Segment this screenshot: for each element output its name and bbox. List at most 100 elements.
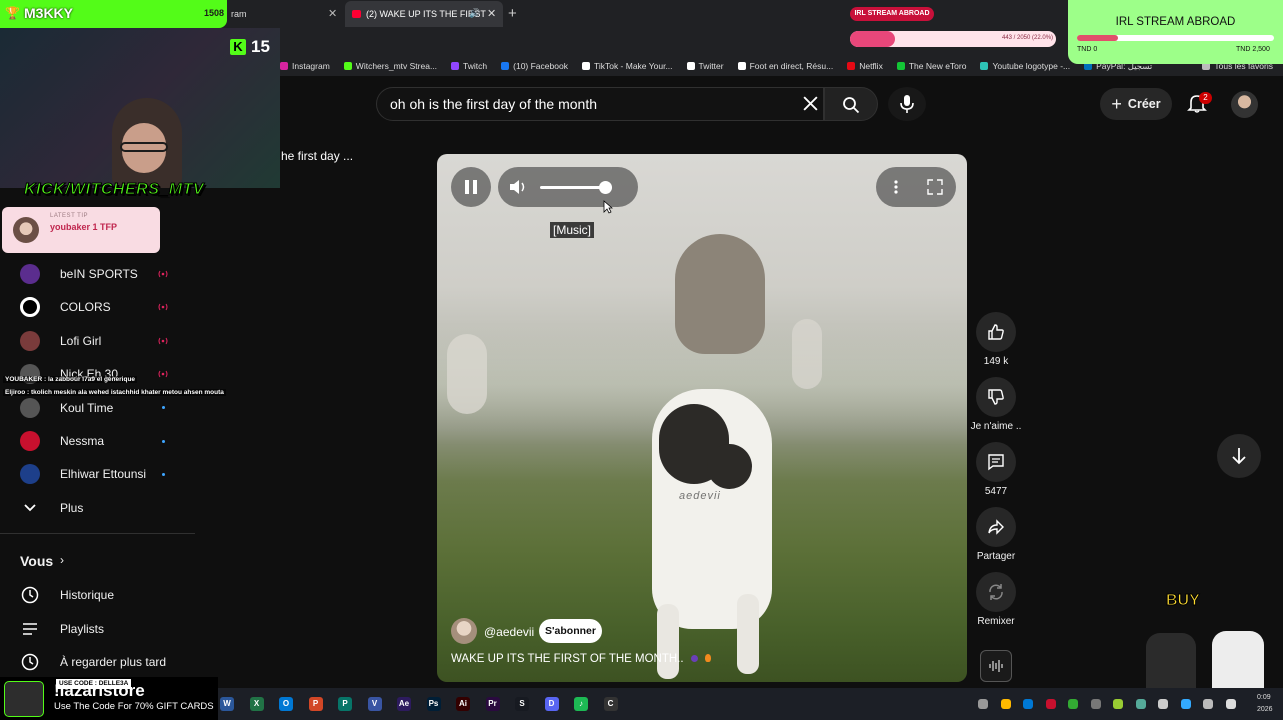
discord-icon[interactable]: D <box>544 697 559 711</box>
fullscreen-icon[interactable] <box>927 179 943 195</box>
sidebar-item-colors[interactable]: COLORS <box>0 291 195 323</box>
comments-button[interactable] <box>976 442 1016 482</box>
publisher-icon[interactable]: P <box>338 697 352 711</box>
new-content-dot <box>162 439 165 443</box>
video-frame-cow-leg <box>737 594 759 674</box>
clear-search-icon[interactable] <box>802 95 819 112</box>
visio-icon[interactable]: V <box>367 697 382 711</box>
sidebar-item-watch-later[interactable]: À regarder plus tard <box>0 646 195 678</box>
close-tab-icon[interactable]: ✕ <box>487 7 496 20</box>
pause-button[interactable] <box>451 167 491 207</box>
goal-chip: IRL STREAM ABROAD <box>850 7 934 21</box>
sidebar-item-elhiwar-ettounsi[interactable]: Elhiwar Ettounsi <box>0 458 195 490</box>
create-button[interactable]: + Créer <box>1100 88 1172 120</box>
photoshop-icon[interactable]: Ps <box>426 697 441 711</box>
kick-follower-counter: K 15 <box>230 37 280 57</box>
elhiwar-icon <box>20 464 40 485</box>
thumbs-up-icon <box>988 324 1004 340</box>
system-tray-icon[interactable] <box>978 699 988 709</box>
chrome-icon[interactable]: C <box>603 697 618 711</box>
channel-handle[interactable]: @aedevii <box>484 625 534 639</box>
remix-button[interactable] <box>976 572 1016 612</box>
volume-slider-handle[interactable] <box>599 181 612 194</box>
sidebar-item-playlist[interactable]: Playlists <box>0 613 195 645</box>
new-content-dot <box>162 406 165 410</box>
sidebar-item-label: Lofi Girl <box>60 333 102 348</box>
sidebar-item-plus[interactable]: Plus <box>0 492 195 524</box>
sidebar-item-nick-eh-30[interactable]: Nick Eh 30 <box>0 358 195 390</box>
remix-label: Remixer <box>977 616 1015 627</box>
sidebar-divider <box>0 533 195 534</box>
system-tray-icon[interactable] <box>1203 699 1213 709</box>
sidebar-item-lofi-girl[interactable]: Lofi Girl <box>0 325 195 357</box>
voice-search-button[interactable] <box>888 87 926 121</box>
word-icon[interactable]: W <box>220 697 234 711</box>
video-player[interactable]: aedevii <box>437 154 967 682</box>
channel-icon <box>20 397 40 418</box>
more-options-icon[interactable] <box>893 179 899 195</box>
search-input[interactable]: oh oh is the first day of the month <box>390 96 597 112</box>
bookmark-item[interactable]: Youtube logotype -... <box>980 61 1070 71</box>
next-video-button[interactable] <box>1217 434 1261 478</box>
bookmark-item[interactable]: (10) Facebook <box>501 61 568 71</box>
system-tray-icon[interactable] <box>1023 699 1033 709</box>
sidebar-item-nessma[interactable]: Nessma <box>0 425 195 457</box>
volume-icon[interactable] <box>508 178 528 196</box>
bookmark-item[interactable]: Instagram <box>280 61 330 71</box>
video-title[interactable]: WAKE UP ITS THE FIRST OF THE MONTH.. <box>451 653 711 665</box>
bookmark-favicon-icon <box>280 62 288 70</box>
top-viewer-count: 1508 <box>204 8 225 18</box>
excel-icon[interactable]: X <box>249 697 264 711</box>
bookmark-favicon-icon <box>847 62 856 70</box>
subscribe-button[interactable]: S'abonner <box>539 619 602 643</box>
bookmark-item[interactable]: Foot en direct, Résu... <box>737 61 833 71</box>
lofi-icon <box>20 330 40 351</box>
sidebar-item-history[interactable]: Historique <box>0 579 195 611</box>
system-tray-icon[interactable] <box>1113 699 1123 709</box>
sound-button[interactable] <box>980 650 1012 682</box>
promo-logo <box>4 681 44 717</box>
close-tab-icon[interactable]: ✕ <box>328 7 337 20</box>
bookmark-item[interactable]: Witchers_mtv Strea... <box>343 61 437 71</box>
promo-code-label: USE CODE : DELLE3A <box>56 679 132 689</box>
thumbs-down-icon <box>988 389 1004 405</box>
after-effects-icon[interactable]: Ae <box>397 697 411 711</box>
system-tray-icon[interactable] <box>1090 699 1101 709</box>
speaker-icon[interactable]: 🔊 <box>469 8 480 19</box>
system-tray-icon[interactable] <box>1000 699 1011 709</box>
spotify-icon[interactable]: ♪ <box>574 697 588 711</box>
outlook-icon[interactable]: O <box>279 697 293 711</box>
sidebar-item-bein-sports[interactable]: beIN SPORTS <box>0 258 195 290</box>
powerpoint-icon[interactable]: P <box>308 697 323 711</box>
system-tray-icon[interactable] <box>1068 699 1078 709</box>
sidebar-item-koul-time[interactable]: Koul Time <box>0 392 195 424</box>
bookmark-item[interactable]: Twitter <box>686 61 724 71</box>
browser-tab-previous[interactable]: ram ✕ <box>225 1 343 27</box>
remix-icon <box>989 584 1003 600</box>
illustrator-icon[interactable]: Ai <box>456 697 470 711</box>
system-tray-icon[interactable] <box>1158 699 1168 709</box>
system-tray-icon[interactable] <box>1225 699 1236 709</box>
premiere-icon[interactable]: Pr <box>485 697 500 711</box>
caption-text: [Music] <box>550 222 595 238</box>
purple-heart-emoji-icon <box>690 655 698 662</box>
browser-tab-active[interactable]: (2) WAKE UP ITS THE FIRST 🔊 ✕ <box>345 1 503 27</box>
dislike-button[interactable] <box>976 377 1016 417</box>
new-tab-icon[interactable]: + <box>508 5 517 22</box>
bookmark-item[interactable]: TikTok - Make Your... <box>581 61 673 71</box>
account-avatar[interactable] <box>1231 91 1258 118</box>
share-button[interactable] <box>976 507 1016 547</box>
bookmark-item[interactable]: The New eToro <box>896 61 966 71</box>
live-indicator-icon <box>158 303 168 311</box>
sidebar-you-header[interactable]: Vous › <box>0 545 195 577</box>
like-button[interactable] <box>976 312 1016 352</box>
steam-icon[interactable]: S <box>515 697 529 711</box>
bookmark-item[interactable]: Netflix <box>847 61 883 71</box>
system-tray-icon[interactable] <box>1045 699 1056 709</box>
channel-avatar[interactable] <box>451 618 477 644</box>
previous-video-title[interactable]: he first day ... <box>281 149 353 163</box>
system-tray-icon[interactable] <box>1135 699 1146 709</box>
search-button[interactable] <box>824 87 878 121</box>
bookmark-item[interactable]: Twitch <box>451 61 487 71</box>
system-tray-icon[interactable] <box>1180 699 1191 709</box>
